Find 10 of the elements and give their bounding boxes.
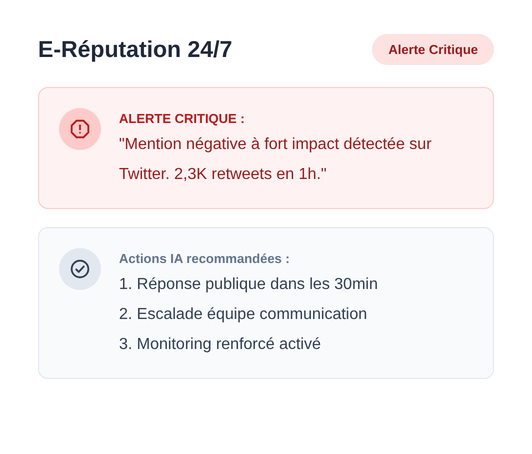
alert-message: "Mention négative à fort impact détectée sur Twitter. 2,3K retweets en 1h." [119, 135, 433, 185]
card-heading: Actions IA recommandées : [119, 251, 291, 266]
status-badge: Alerte Critique [372, 34, 494, 65]
action-item: 1. Réponse publique dans les 30min [119, 275, 378, 295]
action-item: 3. Monitoring renforcé activé [119, 335, 322, 355]
action-item: 2. Escalade équipe communication [119, 305, 368, 325]
page-title: E-Réputation 24/7 [38, 36, 232, 63]
alert-icon [70, 119, 90, 139]
card-heading: ALERTE CRITIQUE : [119, 111, 246, 126]
check-circle-icon [70, 259, 90, 279]
